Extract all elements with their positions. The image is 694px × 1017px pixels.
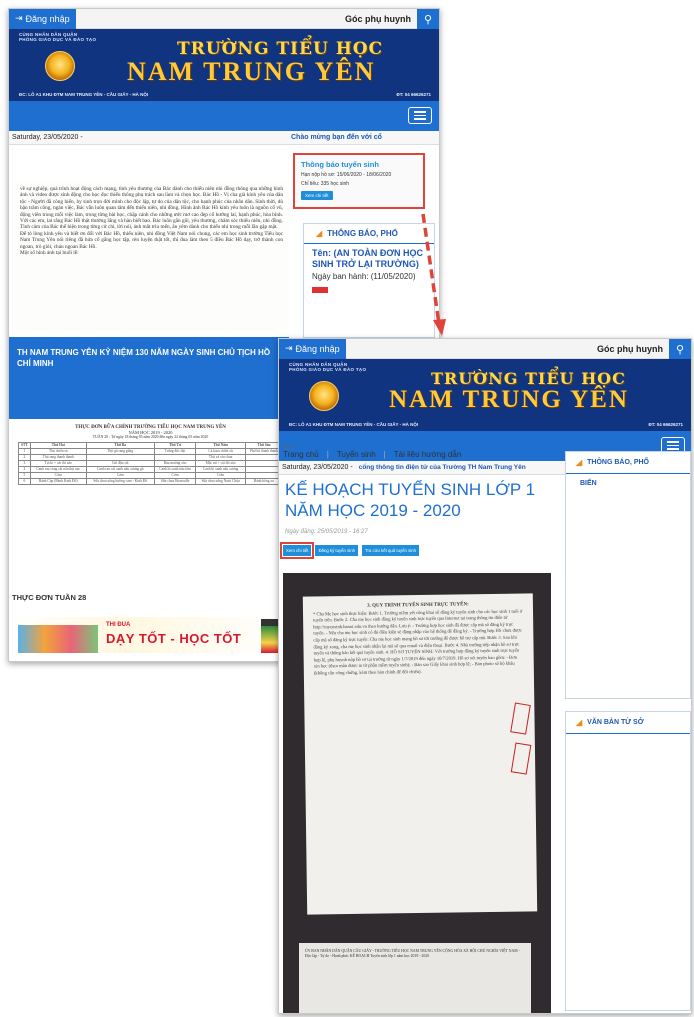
school-logo-icon bbox=[309, 381, 339, 411]
document-page-2: ỦY BAN NHÂN DÂN QUẬN CẦU GIẤY - TRƯỜNG T… bbox=[299, 943, 531, 1013]
welcome-marquee: Chào mừng bạn đến với cổ bbox=[291, 134, 382, 141]
promo-banner: THI ĐUA DẠY TỐT - HỌC TỐT bbox=[12, 617, 289, 653]
parent-corner-link[interactable]: Góc phụ huynh bbox=[597, 344, 663, 354]
menu-cell: 6 bbox=[18, 478, 31, 485]
notice-side-item[interactable]: BIẾN bbox=[566, 474, 690, 493]
search-icon[interactable]: ⚲ bbox=[417, 9, 439, 29]
notice-panel-header: ◢ THÔNG BÁO, PHỔ bbox=[304, 224, 434, 244]
notice-side-title: THÔNG BÁO, PHỔ bbox=[587, 459, 649, 466]
school-logo-icon bbox=[45, 51, 75, 81]
document-2-text: ỦY BAN NHÂN DÂN QUẬN CẦU GIẤY - TRƯỜNG T… bbox=[305, 949, 520, 958]
document-page: 3. QUY TRÌNH TUYỂN SINH TRỰC TUYẾN: * Ch… bbox=[302, 593, 538, 915]
admission-quota: Chỉ tiêu: 335 học sinh bbox=[301, 181, 350, 187]
menu-cell: Bánh bông xu bbox=[244, 478, 284, 485]
school-banner: CÙNG NHÂN DÂN QUẬN PHÒNG GIÁO DỤC VÀ ĐÀO… bbox=[279, 359, 691, 431]
banner-phone: ĐT: 04 66626271 bbox=[396, 92, 431, 97]
current-date: Saturday, 23/05/2020 - bbox=[12, 134, 83, 141]
top-bar: ⇥ Đăng nhập Góc phụ huynh ⚲ bbox=[9, 9, 439, 29]
document-photo: 3. QUY TRÌNH TUYỂN SINH TRỰC TUYẾN: * Ch… bbox=[283, 573, 551, 1013]
promo-slogan: DẠY TỐT - HỌC TỐT bbox=[106, 631, 242, 646]
site-marquee: cổng thông tin điện tử của Trường TH Nam… bbox=[358, 464, 526, 471]
students-image bbox=[18, 625, 98, 653]
login-button[interactable]: ⇥ Đăng nhập bbox=[279, 339, 346, 359]
login-label: Đăng nhập bbox=[295, 343, 340, 354]
search-icon[interactable]: ⚲ bbox=[669, 339, 691, 359]
flag-icon: ◢ bbox=[576, 458, 583, 467]
lookup-result-button[interactable]: Tra cứu kết quả tuyển sinh bbox=[362, 545, 419, 556]
new-badge-icon bbox=[312, 287, 328, 293]
notice-side-header: ◢ THÔNG BÁO, PHỔ bbox=[566, 452, 690, 474]
banner-dept: CÙNG NHÂN DÂN QUẬN PHÒNG GIÁO DỤC VÀ ĐÀO… bbox=[289, 362, 367, 372]
banner-title-line2: NAM TRUNG YÊN bbox=[389, 386, 629, 413]
menu-cell: Sữa chua uống hương cam - Kinh Đô bbox=[85, 478, 155, 485]
parent-corner-link[interactable]: Góc phụ huynh bbox=[345, 14, 411, 24]
breadcrumb-guide[interactable]: Tài liệu hướng dẫn bbox=[394, 450, 462, 459]
notice-side-panel: ◢ THÔNG BÁO, PHỔ BIẾN bbox=[565, 451, 691, 699]
document-text: * Cha Mẹ học sinh thực hiện: Bước 1. Trư… bbox=[312, 608, 523, 676]
department-docs-header: ◢ VĂN BẢN TỪ SỞ bbox=[566, 712, 690, 734]
news-headline[interactable]: TH NAM TRUNG YÊN KỶ NIỆM 130 NĂM NGÀY SI… bbox=[17, 348, 270, 368]
login-label: Đăng nhập bbox=[25, 13, 70, 24]
admission-view-detail-button[interactable]: Xem chi tiết bbox=[301, 191, 333, 200]
admission-notice-card: Thông báo tuyển sinh Hạn nộp hồ sơ: 15/0… bbox=[293, 153, 425, 209]
banner-title-line1: TRƯỜNG TIỂU HỌC bbox=[177, 39, 384, 59]
admission-period: Hạn nộp hồ sơ: 15/06/2020 - 18/06/2020 bbox=[301, 172, 392, 178]
action-buttons: Xem chi tiết Đăng ký tuyển sinh Tra cứu … bbox=[279, 542, 419, 559]
notice-panel: ◢ THÔNG BÁO, PHỔ Tên: (AN TOÀN ĐƠN HỌC S… bbox=[303, 223, 435, 338]
red-note-mark bbox=[510, 742, 532, 775]
view-detail-button[interactable]: Xem chi tiết bbox=[279, 542, 315, 559]
pointer-arrow bbox=[421, 213, 446, 336]
breadcrumb-separator: | bbox=[326, 450, 329, 459]
browser-window-admission-plan: ⇥ Đăng nhập Góc phụ huynh ⚲ CÙNG NHÂN DÂ… bbox=[278, 338, 692, 1014]
menu-cell: Sữa chua uống Nutri Chùa bbox=[195, 478, 246, 485]
menu-week: TUẦN 28 : Từ ngày 18 tháng 05 năm 2020 đ… bbox=[92, 435, 209, 439]
date-bar: Saturday, 23/05/2020 - Chào mừng bạn đến… bbox=[9, 131, 439, 145]
breadcrumb-home[interactable]: Trang chủ bbox=[283, 450, 319, 459]
hamburger-icon[interactable] bbox=[408, 107, 432, 124]
menu-cell: Sữa chua Hoaroulle bbox=[153, 478, 197, 485]
breadcrumb: Trang chủ | Tuyển sinh | Tài liệu hướng … bbox=[283, 450, 461, 459]
banner-dept: CÙNG NHÂN DÂN QUẬN PHÒNG GIÁO DỤC VÀ ĐÀO… bbox=[19, 32, 97, 42]
banner-address: ĐC: LÔ A1 KHU ĐTM NAM TRUNG YÊN - CẦU GI… bbox=[289, 422, 419, 427]
sign-in-icon: ⇥ bbox=[15, 13, 23, 23]
flag-icon: ◢ bbox=[576, 718, 583, 727]
article-text: về sự nghiệp, quá trình hoạt động cách m… bbox=[20, 186, 283, 257]
login-button[interactable]: ⇥ Đăng nhập bbox=[9, 9, 76, 29]
promo-thidua: THI ĐUA bbox=[106, 622, 131, 628]
department-docs-title: VĂN BẢN TỪ SỞ bbox=[587, 719, 644, 726]
top-bar: ⇥ Đăng nhập Góc phụ huynh ⚲ bbox=[279, 339, 691, 359]
flag-icon: ◢ bbox=[316, 229, 323, 238]
banner-title-line2: NAM TRUNG YÊN bbox=[127, 57, 376, 86]
breadcrumb-separator: | bbox=[383, 450, 386, 459]
nav-bar bbox=[9, 101, 439, 131]
register-admission-button[interactable]: Đăng ký tuyển sinh bbox=[315, 545, 358, 556]
post-date: Ngày đăng: 25/05/2019 - 16:27 bbox=[285, 529, 368, 535]
notice-panel-title: THÔNG BÁO, PHỔ bbox=[327, 229, 398, 238]
news-headline-block[interactable]: TH NAM TRUNG YÊN KỶ NIỆM 130 NĂM NGÀY SI… bbox=[9, 337, 289, 419]
menu-cell: Bánh Cúp (Bánh Kinh Đô) bbox=[29, 478, 87, 485]
article-scan: về sự nghiệp, quá trình hoạt động cách m… bbox=[12, 183, 289, 335]
weekly-menu-scan: THỰC ĐƠN BỮA CHÍNH TRƯỜNG TIỂU HỌC NAM T… bbox=[12, 421, 289, 583]
banner-phone: ĐT: 04 66626271 bbox=[648, 422, 683, 427]
notice-item-date: Ngày ban hành: (11/05/2020) bbox=[312, 272, 416, 281]
menu-table: STT Thứ Hai Thứ Ba Thứ Tư Thứ Năm Thứ Sáu 1 Th… bbox=[18, 442, 284, 485]
banner-address: ĐC: LÔ A1 KHU ĐTM NAM TRUNG YÊN - CẦU GI… bbox=[19, 92, 149, 97]
menu-row: 6 Bánh Cúp (Bánh Kinh Đô) Sữa chua uống hư… bbox=[18, 478, 284, 485]
red-note-mark bbox=[510, 702, 531, 735]
admission-title[interactable]: Thông báo tuyển sinh bbox=[301, 160, 417, 169]
school-banner: CÙNG NHÂN DÂN QUẬN PHÒNG GIÁO DỤC VÀ ĐÀO… bbox=[9, 29, 439, 101]
department-docs-panel: ◢ VĂN BẢN TỪ SỞ bbox=[565, 711, 691, 1011]
notice-item-title[interactable]: Tên: (AN TOÀN ĐƠN HỌC SINH TRỞ LẠI TRƯỜN… bbox=[304, 244, 434, 270]
current-date: Saturday, 23/05/2020 - bbox=[282, 464, 353, 471]
breadcrumb-admission[interactable]: Tuyển sinh bbox=[337, 450, 376, 459]
page-title: KẾ HOẠCH TUYỂN SINH LỚP 1 NĂM HỌC 2019 -… bbox=[285, 480, 536, 520]
weekly-menu-heading[interactable]: THỰC ĐƠN TUẦN 28 bbox=[12, 593, 86, 602]
sign-in-icon: ⇥ bbox=[285, 343, 293, 353]
